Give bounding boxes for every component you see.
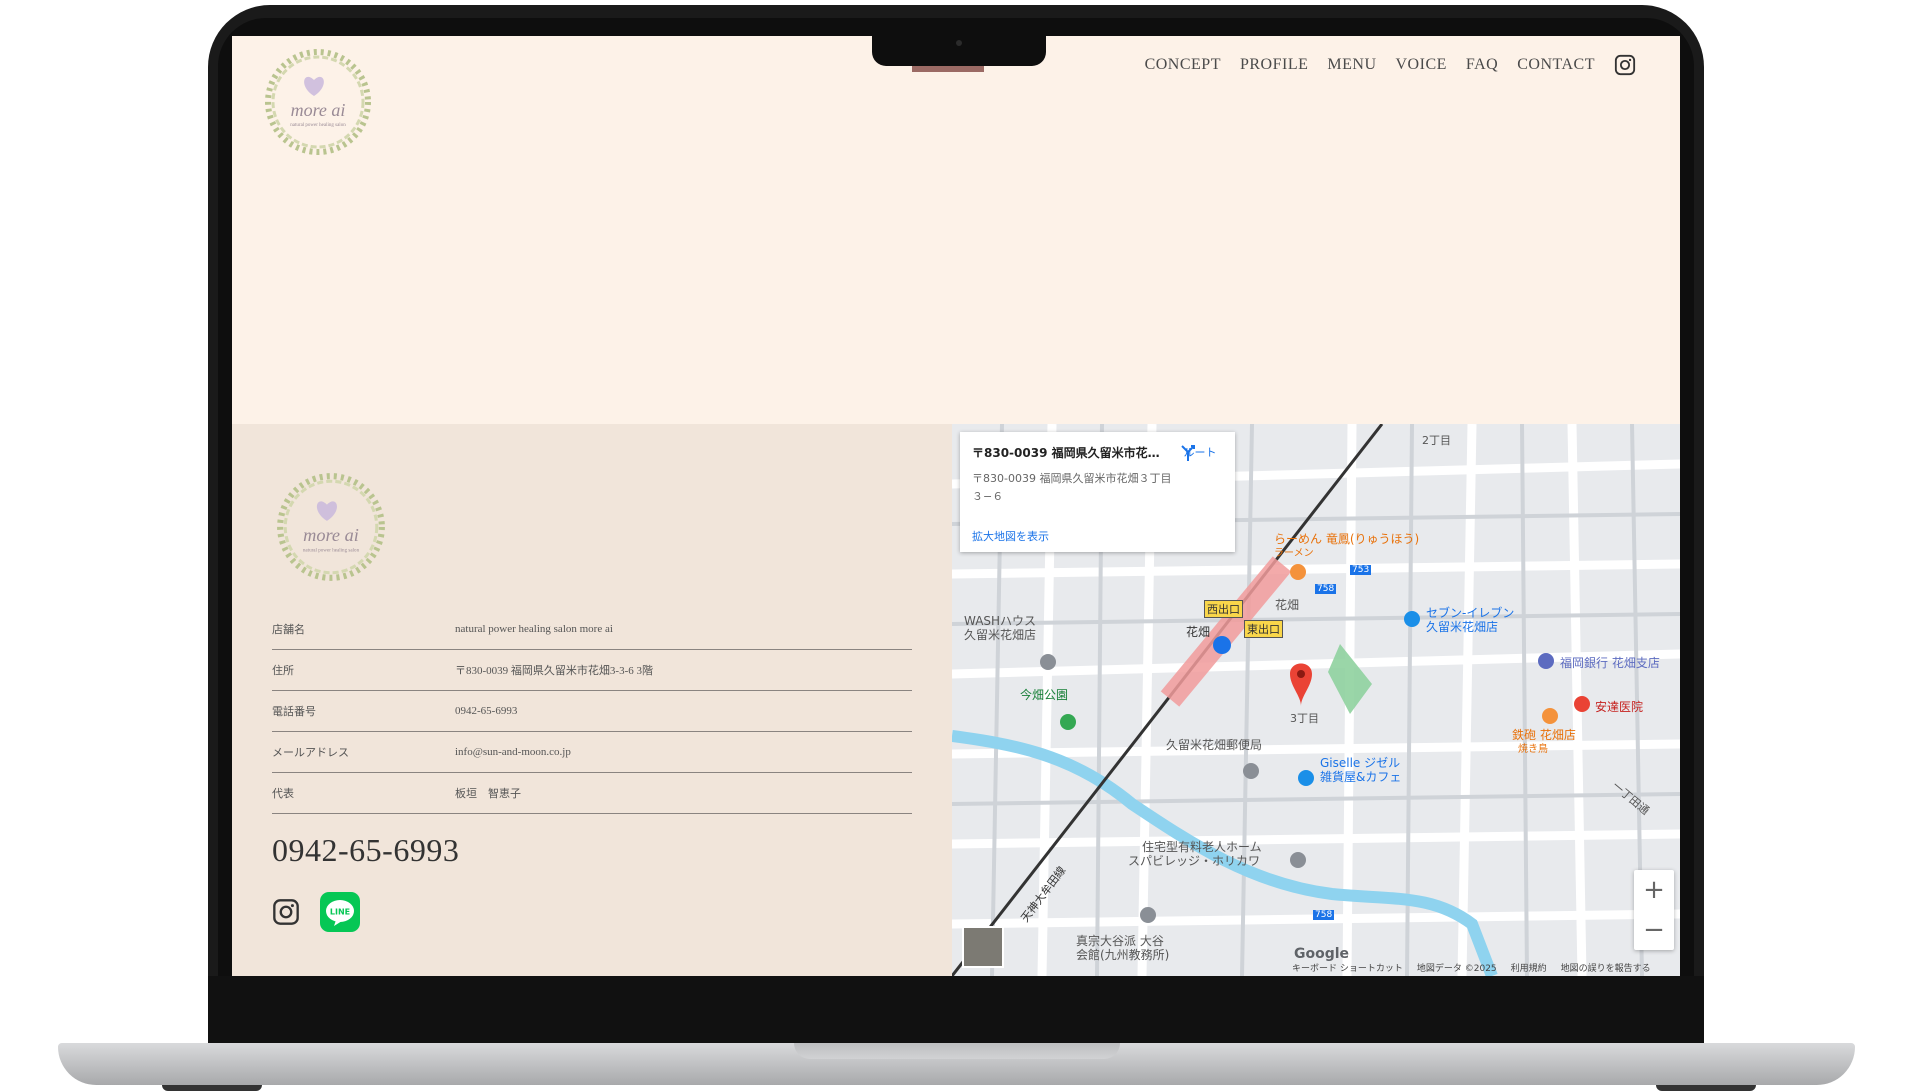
info-label: 電話番号 bbox=[272, 706, 316, 718]
svg-text:more ai: more ai bbox=[291, 100, 346, 120]
footer-logo[interactable]: more ai natural power healing salon bbox=[272, 468, 390, 586]
map-label: 2丁目 bbox=[1422, 434, 1451, 447]
camera-icon bbox=[956, 40, 962, 46]
enlarge-map-link[interactable]: 拡大地図を表示 bbox=[972, 528, 1049, 544]
line-icon[interactable]: LINE bbox=[320, 892, 360, 932]
instagram-icon[interactable] bbox=[272, 898, 300, 926]
svg-text:natural power healing salon: natural power healing salon bbox=[303, 547, 360, 553]
salon-logo[interactable]: more ai natural power healing salon bbox=[260, 44, 376, 160]
info-row: メールアドレス info@sun-and-moon.co.jp bbox=[272, 732, 912, 773]
report-error-link[interactable]: 地図の誤りを報告する bbox=[1561, 961, 1651, 974]
info-row: 電話番号 0942-65-6993 bbox=[272, 691, 912, 732]
map-label: 久留米花畑店 bbox=[1426, 620, 1499, 634]
social-links: LINE bbox=[272, 892, 360, 932]
map-label: 久留米花畑店 bbox=[964, 628, 1037, 642]
zoom-out-button[interactable]: − bbox=[1634, 910, 1674, 950]
map-label: 西出口 bbox=[1204, 600, 1243, 618]
info-value[interactable]: info@sun-and-moon.co.jp bbox=[455, 746, 571, 758]
map-label[interactable]: 福岡銀行 花畑支店 bbox=[1560, 654, 1660, 671]
nav-menu[interactable]: MENU bbox=[1327, 56, 1376, 74]
phone-number[interactable]: 0942-65-6993 bbox=[272, 832, 459, 869]
map-data-text: 地図データ ©2025 bbox=[1416, 964, 1497, 974]
line-label: LINE bbox=[330, 908, 350, 917]
map-label: ラーメン bbox=[1274, 548, 1314, 559]
nav-contact[interactable]: CONTACT bbox=[1517, 56, 1595, 74]
laptop-foot bbox=[1656, 1085, 1756, 1091]
info-label: 住所 bbox=[272, 665, 294, 677]
google-logo: Google bbox=[1294, 946, 1350, 962]
browser-screen: more ai natural power healing salon CONC… bbox=[232, 36, 1680, 976]
map-label: 雑貨屋&カフェ bbox=[1320, 770, 1402, 784]
map-label: 花畑 bbox=[1275, 598, 1300, 612]
shop-info-table: 店舗名 natural power healing salon more ai … bbox=[272, 609, 912, 814]
info-value: 0942-65-6993 bbox=[455, 705, 518, 717]
footer-info: more ai natural power healing salon 店舗名 … bbox=[232, 424, 952, 976]
laptop-base-notch bbox=[794, 1043, 1120, 1059]
map-label: 3丁目 bbox=[1290, 712, 1319, 725]
map-label: 焼き鳥 bbox=[1518, 744, 1548, 755]
map-label[interactable]: 安達医院 bbox=[1595, 698, 1643, 715]
info-label: 店舗名 bbox=[272, 624, 305, 636]
nav-concept[interactable]: CONCEPT bbox=[1145, 56, 1221, 74]
map-label[interactable]: 花畑 bbox=[1186, 623, 1210, 640]
map-label[interactable]: 久留米花畑郵便局 bbox=[1166, 736, 1262, 753]
satellite-thumbnail[interactable] bbox=[962, 926, 1004, 968]
info-label: 代表 bbox=[272, 788, 294, 800]
info-value: 〒830-0039 福岡県久留米市花畑3-3-6 3階 bbox=[455, 665, 653, 677]
map-attribution: キーボード ショートカット 地図データ ©2025 利用規約 地図の誤りを報告す… bbox=[1292, 961, 1651, 974]
map-card-address: 〒830-0039 福岡県久留米市花畑３丁目３−６ bbox=[972, 472, 1172, 503]
route-button[interactable]: ルート bbox=[1178, 444, 1222, 461]
map-label: 758 bbox=[1313, 910, 1335, 920]
map-label: スパビレッジ・ホリカワ bbox=[1128, 854, 1261, 868]
zoom-controls: + − bbox=[1634, 870, 1674, 950]
map-card-title: 〒830-0039 福岡県久留米市花… bbox=[972, 446, 1160, 460]
main-nav: CONCEPT PROFILE MENU VOICE FAQ CONTACT bbox=[1145, 54, 1636, 76]
map-label: 東出口 bbox=[1244, 620, 1283, 638]
info-row: 代表 板垣 智恵子 bbox=[272, 773, 912, 814]
terms-link[interactable]: 利用規約 bbox=[1511, 961, 1547, 974]
route-icon bbox=[1181, 445, 1195, 461]
map-label: 758 bbox=[1315, 584, 1337, 594]
keyboard-shortcuts-link[interactable]: キーボード ショートカット bbox=[1292, 961, 1403, 974]
nav-faq[interactable]: FAQ bbox=[1466, 56, 1498, 74]
info-value: natural power healing salon more ai bbox=[455, 623, 613, 635]
nav-profile[interactable]: PROFILE bbox=[1240, 56, 1308, 74]
info-row: 店舗名 natural power healing salon more ai bbox=[272, 609, 912, 650]
google-map[interactable]: 〒830-0039 福岡県久留米市花… 〒830-0039 福岡県久留米市花畑３… bbox=[952, 424, 1680, 976]
svg-text:more ai: more ai bbox=[303, 525, 359, 545]
info-row: 住所 〒830-0039 福岡県久留米市花畑3-3-6 3階 bbox=[272, 650, 912, 691]
instagram-icon[interactable] bbox=[1614, 54, 1636, 76]
laptop-foot bbox=[162, 1085, 262, 1091]
map-info-card: 〒830-0039 福岡県久留米市花… 〒830-0039 福岡県久留米市花畑３… bbox=[960, 432, 1235, 552]
info-label: メールアドレス bbox=[272, 747, 349, 759]
info-value: 板垣 智恵子 bbox=[455, 788, 521, 800]
svg-text:natural power healing salon: natural power healing salon bbox=[290, 123, 346, 128]
nav-voice[interactable]: VOICE bbox=[1396, 56, 1447, 74]
zoom-in-button[interactable]: + bbox=[1634, 870, 1674, 910]
laptop-chin bbox=[208, 976, 1704, 1050]
map-label: 753 bbox=[1350, 565, 1372, 575]
map-label[interactable]: 今畑公園 bbox=[1020, 686, 1068, 703]
map-label: 会館(九州教務所) bbox=[1076, 948, 1170, 962]
